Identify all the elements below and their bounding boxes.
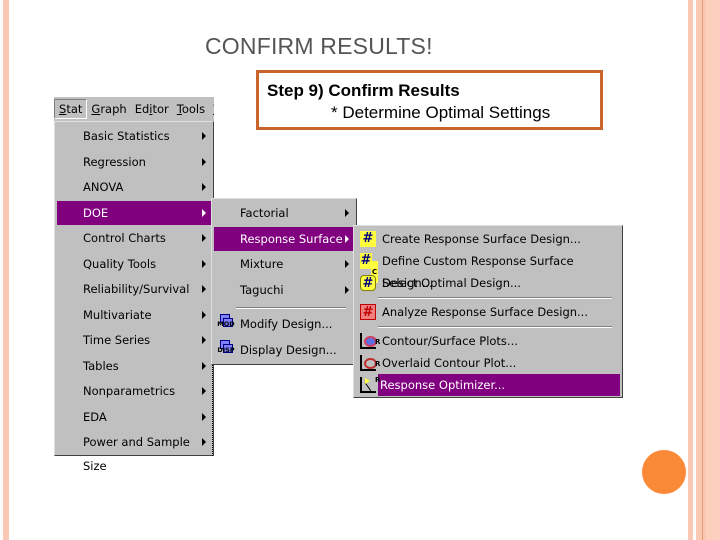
stat-menu-quality-tools[interactable]: Quality Tools: [57, 252, 211, 276]
submenu-arrow-icon: [345, 285, 349, 294]
overlaid-contour-icon: [360, 355, 377, 371]
submenu-arrow-icon: [202, 259, 206, 268]
menu-stat[interactable]: Stat: [54, 99, 88, 119]
menu-window[interactable]: W: [209, 99, 214, 119]
rs-menu-overlaid-contour-plot[interactable]: R Overlaid Contour Plot...: [356, 352, 620, 374]
contour-plot-icon: [360, 333, 377, 349]
submenu-arrow-icon: [202, 234, 206, 242]
select-optimal-grid-icon: #: [360, 275, 376, 291]
stat-menu-basic-statistics[interactable]: Basic Statistics: [57, 124, 211, 148]
menu-editor[interactable]: Editor: [131, 99, 173, 119]
submenu-arrow-icon: [202, 387, 206, 395]
right-accent-stripe-light: [706, 0, 720, 540]
submenu-arrow-icon: [202, 183, 206, 191]
stat-menu-reliability-survival[interactable]: Reliability/Survival: [57, 277, 211, 301]
right-accent-stripe-thin: [688, 0, 693, 540]
stat-menu-anova[interactable]: ANOVA: [57, 175, 211, 199]
menu-graph[interactable]: Graph: [87, 99, 130, 119]
submenu-arrow-icon: [202, 310, 206, 319]
step-heading: Step 9) Confirm Results: [267, 81, 460, 100]
submenu-arrow-icon: [345, 234, 349, 243]
menu-separator: [236, 307, 346, 309]
window-edge: [212, 364, 215, 456]
stat-menu-multivariate[interactable]: Multivariate: [57, 303, 211, 327]
doe-menu-taguchi[interactable]: Taguchi: [214, 278, 354, 302]
submenu-arrow-icon: [202, 285, 206, 293]
submenu-arrow-icon: [202, 208, 206, 217]
doe-menu-display-design[interactable]: DISP Display Design...: [214, 338, 354, 362]
submenu-arrow-icon: [345, 209, 349, 217]
left-accent-stripe: [3, 0, 9, 540]
slide-title: CONFIRM RESULTS!: [205, 33, 433, 59]
stat-menu-power-and-sample-size[interactable]: Power and Sample Size: [57, 430, 211, 473]
stat-menu-control-charts[interactable]: Control Charts: [57, 226, 211, 250]
stat-menu-time-series[interactable]: Time Series: [57, 328, 211, 352]
rs-menu-contour-surface-plots[interactable]: R Contour/Surface Plots...: [356, 330, 620, 352]
rs-menu-analyze-design[interactable]: # Analyze Response Surface Design...: [356, 301, 620, 323]
submenu-arrow-icon: [202, 361, 206, 370]
doe-menu-modify-design[interactable]: MOD Modify Design...: [214, 312, 354, 336]
submenu-arrow-icon: [202, 438, 206, 446]
submenu-arrow-icon: [202, 412, 206, 421]
response-optimizer-icon: [360, 377, 376, 393]
create-design-grid-icon: #: [360, 231, 376, 247]
doe-menu-factorial[interactable]: Factorial: [214, 201, 354, 225]
step-subpoint: * Determine Optimal Settings: [331, 103, 551, 122]
submenu-arrow-icon: [202, 157, 206, 166]
menu-separator: [378, 326, 612, 328]
menu-separator: [378, 297, 612, 299]
step-callout-box: Step 9) Confirm Results * Determine Opti…: [256, 70, 603, 130]
rs-menu-response-optimizer[interactable]: Response Optimizer...: [378, 374, 620, 396]
menu-tools[interactable]: Tools: [173, 99, 209, 119]
submenu-arrow-icon: [345, 260, 349, 268]
stat-menu-eda[interactable]: EDA: [57, 405, 211, 429]
right-accent-line: [702, 0, 703, 540]
response-surface-submenu: # Create Response Surface Design... # C …: [353, 225, 623, 398]
rs-menu-create-design[interactable]: # Create Response Surface Design...: [356, 228, 620, 250]
rs-menu-select-optimal-design[interactable]: # Select Optimal Design...: [356, 272, 620, 294]
stat-menu-doe[interactable]: DOE: [57, 200, 211, 225]
orange-bullet-dot: [642, 450, 686, 494]
doe-menu-response-surface[interactable]: Response Surface: [214, 226, 354, 251]
rs-menu-define-custom-design[interactable]: # C Define Custom Response Surface Desig…: [356, 250, 620, 290]
stat-menu-regression[interactable]: Regression: [57, 150, 211, 174]
stat-menu: Basic Statistics Regression ANOVA DOE Co…: [54, 121, 214, 473]
menubar: Stat Graph Editor Tools W: [54, 97, 214, 121]
submenu-arrow-icon: [202, 132, 206, 140]
doe-submenu: Factorial Response Surface Mixture Taguc…: [211, 198, 357, 365]
stat-menu-nonparametrics[interactable]: Nonparametrics: [57, 379, 211, 403]
doe-menu-mixture[interactable]: Mixture: [214, 252, 354, 276]
submenu-arrow-icon: [202, 336, 206, 344]
stat-menu-tables[interactable]: Tables: [57, 354, 211, 378]
analyze-grid-icon: #: [360, 304, 376, 320]
